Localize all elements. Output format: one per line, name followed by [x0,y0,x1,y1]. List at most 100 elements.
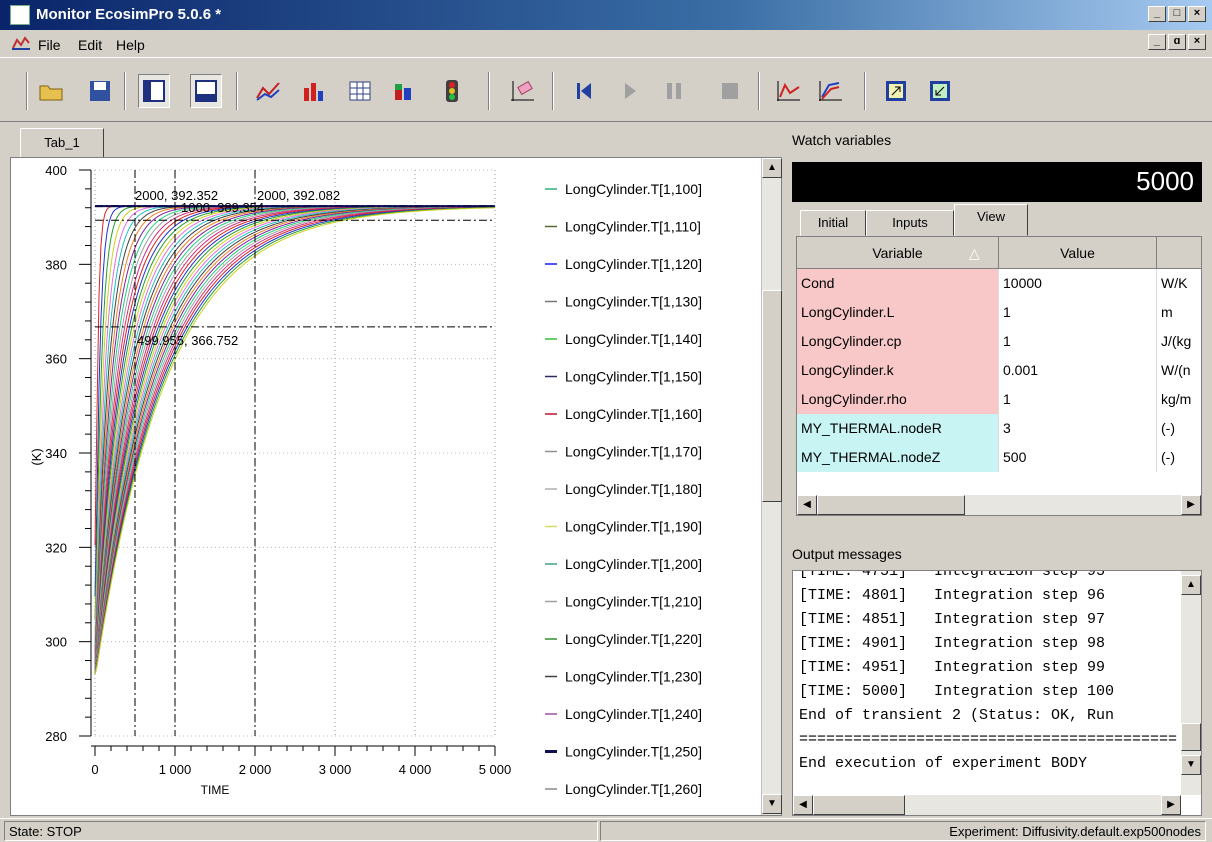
plot-chart[interactable]: 280 300 320 340 360 380 400 0 1 000 2 000 3 000 4 0… [11,158,761,815]
doc-close-button[interactable]: × [1188,34,1206,50]
legend-entry[interactable]: LongCylinder.T[1,220] [565,631,702,647]
eraser-icon[interactable] [506,74,538,108]
rewind-icon[interactable] [568,74,600,108]
cell-value[interactable]: 500 [999,443,1157,472]
layout-left-icon[interactable] [138,74,170,108]
cell-variable[interactable]: LongCylinder.cp [797,327,999,356]
output-scroll-down[interactable]: ▼ [1181,755,1201,775]
grid-hscrollbar[interactable]: ◀ ▶ [797,495,1201,515]
cell-variable[interactable]: MY_THERMAL.nodeR [797,414,999,443]
legend-entry[interactable]: LongCylinder.T[1,240] [565,706,702,722]
cell-unit[interactable]: (-) [1157,414,1201,443]
cell-value[interactable]: 1 [999,327,1157,356]
output-scroll-up[interactable]: ▲ [1181,575,1201,595]
stop-icon[interactable] [714,74,746,108]
cell-unit[interactable]: m [1157,298,1201,327]
cell-variable[interactable]: LongCylinder.rho [797,385,999,414]
table-icon[interactable] [344,74,376,108]
output-hscrollbar[interactable]: ◀ ▶ [793,795,1181,815]
cell-value[interactable]: 3 [999,414,1157,443]
tab-tab1[interactable]: Tab_1 [20,128,104,158]
scroll-down-button[interactable]: ▼ [762,794,782,814]
menu-file[interactable]: File [38,37,61,53]
cell-variable[interactable]: LongCylinder.L [797,298,999,327]
legend-entry[interactable]: LongCylinder.T[1,100] [565,181,702,197]
scroll-up-button[interactable]: ▲ [762,158,782,178]
layout-bottom-icon[interactable] [190,74,222,108]
menu-edit[interactable]: Edit [78,37,102,53]
output-scroll-right[interactable]: ▶ [1161,795,1181,815]
table-row[interactable]: LongCylinder.k 0.001 W/(n [797,356,1201,385]
table-row[interactable]: LongCylinder.rho 1 kg/m [797,385,1201,414]
cell-unit[interactable]: W/(n [1157,356,1201,385]
output-scroll-left[interactable]: ◀ [793,795,813,815]
stacked-chart-icon[interactable] [388,74,420,108]
traffic-light-icon[interactable] [436,74,468,108]
cell-value[interactable]: 1 [999,298,1157,327]
plot-red-icon[interactable] [772,74,804,108]
scroll-thumb[interactable] [762,290,782,502]
output-hscroll-thumb[interactable] [813,795,905,815]
tab-view[interactable]: View [954,204,1028,236]
legend-entry[interactable]: LongCylinder.T[1,160] [565,406,702,422]
legend-entry[interactable]: LongCylinder.T[1,180] [565,481,702,497]
legend-entry[interactable]: LongCylinder.T[1,130] [565,294,702,310]
legend-scrollbar[interactable]: ▲ ▼ [761,158,782,815]
header-value[interactable]: Value [999,237,1157,269]
open-folder-icon[interactable] [36,74,68,108]
output-vscroll-thumb[interactable] [1181,723,1201,751]
cell-value[interactable]: 0.001 [999,356,1157,385]
plot-blue-icon[interactable] [814,74,846,108]
cell-unit[interactable]: W/K [1157,269,1201,298]
table-row[interactable]: LongCylinder.cp 1 J/(kg [797,327,1201,356]
tab-inputs[interactable]: Inputs [866,210,954,236]
doc-restore-button[interactable]: ɑ [1168,34,1186,50]
legend-entry[interactable]: LongCylinder.T[1,110] [565,219,701,235]
table-row[interactable]: MY_THERMAL.nodeZ 500 (-) [797,443,1201,472]
maximize-button[interactable]: □ [1168,6,1186,22]
close-button[interactable]: × [1188,6,1206,22]
watch-grid[interactable]: Variable △ Value Cond 10000 W/K LongCylinde… [796,236,1202,516]
legend-entry[interactable]: LongCylinder.T[1,230] [565,669,702,685]
header-variable[interactable]: Variable △ [797,237,999,269]
export-icon[interactable] [880,74,912,108]
legend-entry[interactable]: LongCylinder.T[1,260] [565,781,702,797]
legend-entry[interactable]: LongCylinder.T[1,210] [565,594,702,610]
legend-entry[interactable]: LongCylinder.T[1,170] [565,444,702,460]
cell-unit[interactable]: (-) [1157,443,1201,472]
legend-entry[interactable]: LongCylinder.T[1,200] [565,556,702,572]
table-row[interactable]: Cond 10000 W/K [797,269,1201,298]
cell-value[interactable]: 10000 [999,269,1157,298]
line-chart-icon[interactable] [252,74,284,108]
chart-menu-icon[interactable] [12,36,30,50]
legend-entry[interactable]: LongCylinder.T[1,140] [565,331,702,347]
plot-pane[interactable]: 280 300 320 340 360 380 400 0 1 000 2 000 3 000 4 0… [10,157,782,816]
grid-scroll-thumb[interactable] [817,495,965,515]
output-vscrollbar[interactable]: ▲ ▼ [1181,571,1201,795]
cell-variable[interactable]: Cond [797,269,999,298]
header-unit[interactable] [1157,237,1201,269]
cell-variable[interactable]: MY_THERMAL.nodeZ [797,443,999,472]
cell-unit[interactable]: kg/m [1157,385,1201,414]
cell-variable[interactable]: LongCylinder.k [797,356,999,385]
output-messages[interactable]: [TIME: 4751] Integration step 95 [TIME: 4… [792,570,1202,816]
pause-icon[interactable] [658,74,690,108]
table-row[interactable]: MY_THERMAL.nodeR 3 (-) [797,414,1201,443]
tab-initial[interactable]: Initial [800,210,866,236]
legend-entry[interactable]: LongCylinder.T[1,120] [565,256,702,272]
doc-minimize-button[interactable]: _ [1148,34,1166,50]
grid-scroll-left[interactable]: ◀ [797,495,817,515]
import-icon[interactable] [924,74,956,108]
grid-scroll-right[interactable]: ▶ [1181,495,1201,515]
minimize-button[interactable]: _ [1148,6,1166,22]
legend-entry[interactable]: LongCylinder.T[1,250] [565,744,702,760]
title-bar[interactable]: Monitor EcosimPro 5.0.6 * _ □ × [0,0,1212,30]
bar-chart-icon[interactable] [298,74,330,108]
cell-value[interactable]: 1 [999,385,1157,414]
cell-unit[interactable]: J/(kg [1157,327,1201,356]
save-icon[interactable] [84,74,116,108]
legend-entry[interactable]: LongCylinder.T[1,190] [565,519,702,535]
table-row[interactable]: LongCylinder.L 1 m [797,298,1201,327]
menu-help[interactable]: Help [116,37,145,53]
legend-entry[interactable]: LongCylinder.T[1,150] [565,369,702,385]
